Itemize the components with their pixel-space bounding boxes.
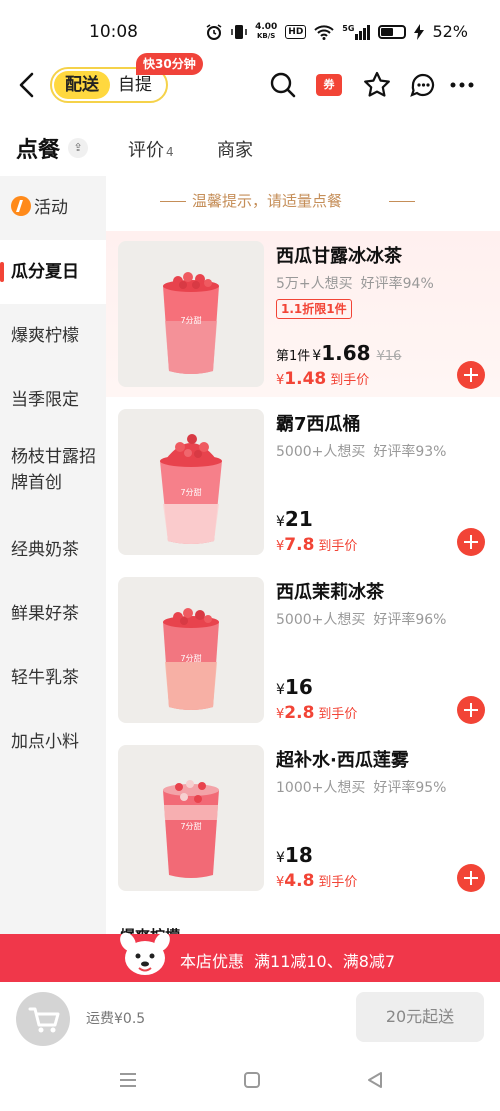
- activity-icon: [11, 196, 31, 216]
- sidebar-item-lemon[interactable]: 爆爽柠檬: [0, 304, 106, 368]
- collapse-icon[interactable]: ⇪: [68, 138, 88, 158]
- sidebar-item-light-milk[interactable]: 轻牛乳茶: [0, 646, 106, 710]
- add-to-cart-button[interactable]: [457, 361, 485, 389]
- store-tabs: 点餐 ⇪ 评价 4 商家: [0, 130, 500, 170]
- product-price: ¥18: [276, 843, 313, 867]
- cart-icon: [28, 1007, 60, 1033]
- drink-cup-image: 7分甜: [163, 608, 219, 710]
- product-stats: 5000+人想买 好评率96%: [276, 612, 447, 628]
- product-card[interactable]: 7分甜 西瓜茉莉冰茶 5000+人想买 好评率96% ¥16 ¥2.8 到手价: [106, 567, 500, 733]
- svg-text:7分甜: 7分甜: [180, 653, 201, 663]
- home-nav-icon[interactable]: [243, 1071, 261, 1089]
- status-time: 10:08: [89, 22, 138, 42]
- cart-button[interactable]: [16, 992, 70, 1046]
- promo-text: 本店优惠 满11减10、满8减7: [180, 952, 396, 971]
- status-bar: 10:08 4.00 KB/S HD 5G 52%: [0, 0, 500, 64]
- product-name: 霸7西瓜桶: [276, 414, 361, 435]
- sidebar-item-mango[interactable]: 杨枝甘露招牌首创: [0, 444, 106, 520]
- final-price: ¥1.48 到手价: [276, 369, 370, 389]
- mascot-icon: [120, 932, 170, 975]
- sidebar-item-activity[interactable]: 活动: [0, 176, 106, 240]
- svg-text:7分甜: 7分甜: [180, 315, 201, 325]
- product-image[interactable]: 7分甜: [118, 577, 264, 723]
- status-icons: 4.00 KB/S HD 5G 52%: [205, 22, 468, 41]
- drink-cup-image: 7分甜: [163, 272, 219, 374]
- coupon-icon[interactable]: 券: [316, 74, 342, 96]
- customer-service-icon[interactable]: [408, 70, 438, 100]
- back-arrow-icon[interactable]: [14, 70, 42, 100]
- product-stats: 5000+人想买 好评率93%: [276, 444, 447, 460]
- hd-badge: HD: [285, 24, 307, 39]
- final-price: ¥4.8 到手价: [276, 871, 358, 891]
- screen: 10:08 4.00 KB/S HD 5G 52% 配送 自提 快30分钟 券 点…: [0, 0, 500, 1111]
- product-card[interactable]: 7分甜 西瓜甘露冰冰茶 5万+人想买 好评率94% 1.1折限1件 第1件 ¥1.6…: [106, 231, 500, 397]
- product-card[interactable]: 7分甜 超补水·西瓜莲雾 1000+人想买 好评率95% ¥18 ¥4.8 到手价: [106, 735, 500, 901]
- search-icon[interactable]: [268, 70, 298, 100]
- product-name: 超补水·西瓜莲雾: [276, 750, 409, 771]
- menu-nav-icon[interactable]: [118, 1071, 138, 1089]
- charging-icon: [414, 23, 425, 40]
- product-price: ¥16: [276, 675, 313, 699]
- product-stats: 1000+人想买 好评率95%: [276, 780, 447, 796]
- fast-delivery-badge: 快30分钟: [136, 53, 203, 75]
- signal-icon: 5G: [342, 24, 371, 40]
- svg-text:7分甜: 7分甜: [180, 487, 201, 497]
- tab-reviews[interactable]: 评价 4: [128, 136, 174, 162]
- alarm-icon: [206, 23, 222, 40]
- sidebar-item-fruit-tea[interactable]: 鲜果好茶: [0, 582, 106, 646]
- final-price: ¥2.8 到手价: [276, 703, 358, 723]
- tab-merchant[interactable]: 商家: [217, 136, 253, 162]
- product-image[interactable]: 7分甜: [118, 745, 264, 891]
- product-name: 西瓜茉莉冰茶: [276, 582, 384, 603]
- sidebar-item-toppings[interactable]: 加点小料: [0, 710, 106, 774]
- sidebar-item-milk-tea[interactable]: 经典奶茶: [0, 518, 106, 582]
- tip-divider-right: [389, 201, 415, 202]
- sidebar-item-seasonal[interactable]: 当季限定: [0, 368, 106, 432]
- drink-cup-image: 7分甜: [163, 780, 219, 878]
- back-nav-icon[interactable]: [366, 1071, 384, 1089]
- system-nav-bar: [0, 1050, 500, 1111]
- product-image[interactable]: 7分甜: [118, 241, 264, 387]
- order-tip: 温馨提示，请适量点餐: [192, 192, 343, 210]
- final-price: ¥7.8 到手价: [276, 535, 358, 555]
- star-icon[interactable]: [362, 70, 392, 100]
- add-to-cart-button[interactable]: [457, 528, 485, 556]
- add-to-cart-button[interactable]: [457, 864, 485, 892]
- promo-banner[interactable]: 本店优惠 满11减10、满8减7: [0, 932, 500, 982]
- cart-bar: 运费¥0.5 20元起送: [0, 982, 500, 1050]
- discount-badge: 1.1折限1件: [276, 299, 352, 319]
- drink-cup-image: 7分甜: [160, 434, 222, 544]
- vibrate-icon: [231, 24, 247, 39]
- mode-pickup[interactable]: 自提: [118, 73, 152, 97]
- net-speed: 4.00 KB/S: [255, 21, 278, 40]
- tab-order[interactable]: 点餐: [13, 132, 65, 164]
- product-card[interactable]: 7分甜 霸7西瓜桶 5000+人想买 好评率93% ¥21 ¥7.8 到手价: [106, 399, 500, 565]
- product-price: 第1件 ¥1.68 ¥16: [276, 341, 402, 365]
- add-to-cart-button[interactable]: [457, 696, 485, 724]
- product-name: 西瓜甘露冰冰茶: [276, 246, 402, 267]
- sidebar-item-summer[interactable]: 瓜分夏日: [0, 240, 106, 304]
- tip-divider-left: [160, 201, 186, 202]
- wifi-icon: [314, 24, 334, 40]
- mode-delivery[interactable]: 配送: [54, 71, 110, 99]
- delivery-fee: 运费¥0.5: [86, 1011, 146, 1027]
- min-order-button[interactable]: 20元起送: [356, 992, 484, 1042]
- category-sidebar: 活动 瓜分夏日 爆爽柠檬 当季限定 杨枝甘露招牌首创 经典奶茶 鲜果好茶 轻牛乳…: [0, 176, 106, 934]
- product-image[interactable]: 7分甜: [118, 409, 264, 555]
- product-stats: 5万+人想买 好评率94%: [276, 276, 434, 292]
- battery-percent: 52%: [432, 22, 468, 41]
- product-price: ¥21: [276, 507, 313, 531]
- more-icon[interactable]: [448, 70, 478, 100]
- svg-text:7分甜: 7分甜: [180, 821, 201, 831]
- battery-icon: [378, 24, 407, 39]
